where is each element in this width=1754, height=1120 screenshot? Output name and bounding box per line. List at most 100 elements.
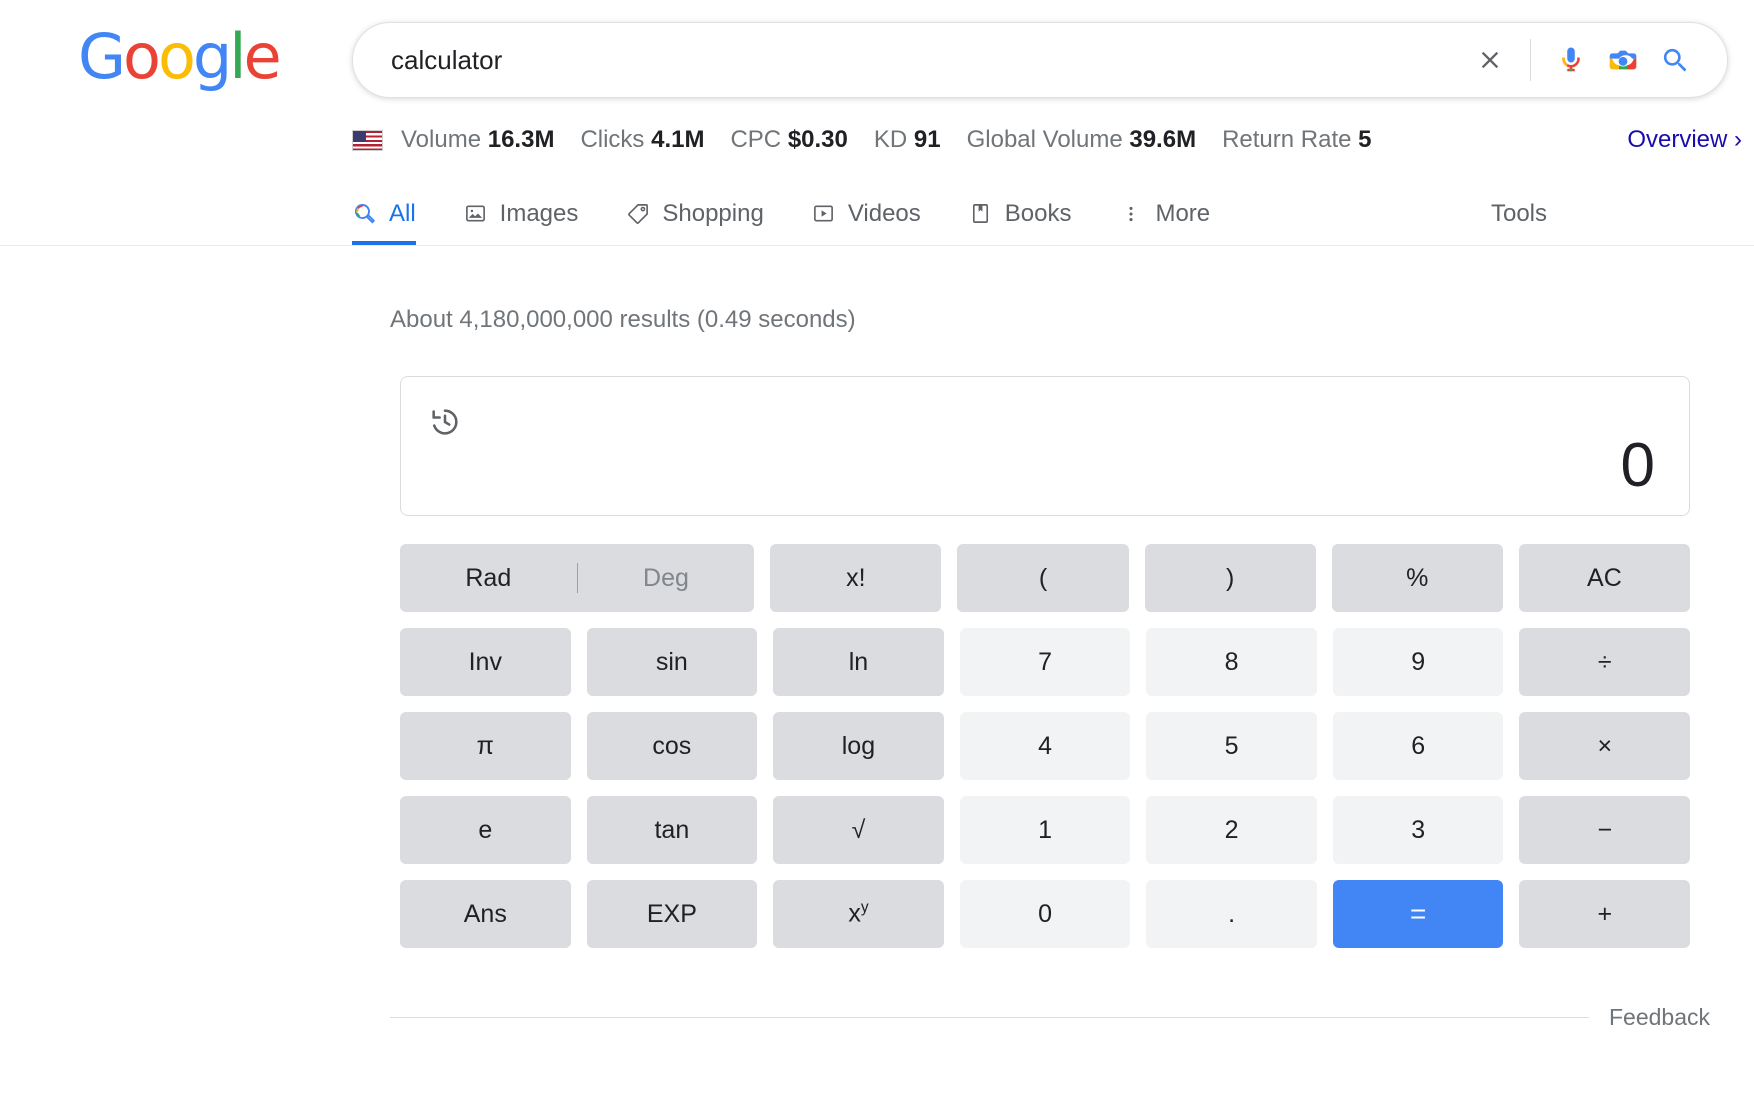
key-log[interactable]: log bbox=[773, 712, 944, 780]
tab-more[interactable]: More bbox=[1118, 182, 1210, 245]
more-vertical-icon bbox=[1118, 201, 1144, 227]
tab-videos-label: Videos bbox=[848, 200, 921, 228]
search-input[interactable] bbox=[391, 45, 1464, 76]
history-clock-icon[interactable] bbox=[428, 405, 462, 439]
seo-overview-link[interactable]: Overview › bbox=[1627, 126, 1742, 154]
key-multiply[interactable]: × bbox=[1519, 712, 1690, 780]
key-all-clear[interactable]: AC bbox=[1519, 544, 1690, 612]
key-5[interactable]: 5 bbox=[1146, 712, 1317, 780]
search-divider bbox=[1530, 39, 1531, 81]
calculator-display: 0 bbox=[400, 376, 1690, 516]
angle-mode-toggle[interactable]: Rad Deg bbox=[400, 544, 754, 612]
seo-metric-global-volume-label: Global Volume bbox=[967, 126, 1123, 153]
results-count: About 4,180,000,000 results (0.49 second… bbox=[390, 306, 856, 334]
key-ln[interactable]: ln bbox=[773, 628, 944, 696]
key-close-paren[interactable]: ) bbox=[1145, 544, 1316, 612]
key-sin[interactable]: sin bbox=[587, 628, 758, 696]
google-search-icon bbox=[352, 201, 378, 227]
logo-letter-o2: o bbox=[158, 20, 193, 93]
feedback-link[interactable]: Feedback bbox=[1609, 1004, 1710, 1031]
key-sqrt[interactable]: √ bbox=[773, 796, 944, 864]
key-cos[interactable]: cos bbox=[587, 712, 758, 780]
tab-images[interactable]: Images bbox=[463, 182, 579, 245]
logo-letter-G: G bbox=[78, 20, 123, 93]
tab-images-label: Images bbox=[500, 200, 579, 228]
calculator-display-value: 0 bbox=[1621, 435, 1655, 497]
tab-books[interactable]: Books bbox=[968, 182, 1072, 245]
logo-letter-l: l bbox=[229, 20, 243, 93]
key-2[interactable]: 2 bbox=[1146, 796, 1317, 864]
key-open-paren[interactable]: ( bbox=[957, 544, 1128, 612]
key-7[interactable]: 7 bbox=[960, 628, 1131, 696]
seo-metric-clicks-label: Clicks bbox=[580, 126, 644, 153]
video-play-icon bbox=[811, 201, 837, 227]
calculator-row-5: Ans EXP xy 0 . = + bbox=[400, 880, 1690, 948]
tab-all-label: All bbox=[389, 200, 416, 228]
key-minus[interactable]: − bbox=[1519, 796, 1690, 864]
key-9[interactable]: 9 bbox=[1333, 628, 1504, 696]
key-power-label: xy bbox=[848, 899, 868, 928]
tab-shopping[interactable]: Shopping bbox=[625, 182, 763, 245]
key-plus[interactable]: + bbox=[1519, 880, 1690, 948]
key-0[interactable]: 0 bbox=[960, 880, 1131, 948]
camera-lens-icon[interactable] bbox=[1597, 34, 1649, 86]
seo-metric-volume-label: Volume bbox=[401, 126, 481, 153]
key-pi[interactable]: π bbox=[400, 712, 571, 780]
key-exp[interactable]: EXP bbox=[587, 880, 758, 948]
rad-button[interactable]: Rad bbox=[400, 544, 577, 612]
calculator-row-4: e tan √ 1 2 3 − bbox=[400, 796, 1690, 864]
seo-metrics-bar: Volume 16.3M Clicks 4.1M CPC $0.30 KD 91… bbox=[352, 126, 1742, 154]
seo-metric-return-rate-value: 5 bbox=[1358, 126, 1371, 153]
seo-metric-cpc-value: $0.30 bbox=[788, 126, 848, 153]
calculator-widget: 0 Rad Deg x! ( ) % AC Inv sin ln 7 8 9 ÷… bbox=[400, 376, 1690, 964]
key-equals[interactable]: = bbox=[1333, 880, 1504, 948]
nav-tabs: All Images Shopping bbox=[352, 182, 1257, 245]
close-icon[interactable] bbox=[1464, 34, 1516, 86]
deg-button[interactable]: Deg bbox=[578, 544, 755, 612]
seo-metric-clicks: Clicks 4.1M bbox=[580, 126, 704, 154]
logo-letter-e: e bbox=[244, 20, 279, 93]
tab-shopping-label: Shopping bbox=[662, 200, 763, 228]
key-divide[interactable]: ÷ bbox=[1519, 628, 1690, 696]
key-ans[interactable]: Ans bbox=[400, 880, 571, 948]
key-1[interactable]: 1 bbox=[960, 796, 1131, 864]
key-inv[interactable]: Inv bbox=[400, 628, 571, 696]
tab-all[interactable]: All bbox=[352, 182, 416, 245]
seo-metric-return-rate: Return Rate 5 bbox=[1222, 126, 1371, 154]
seo-metric-clicks-value: 4.1M bbox=[651, 126, 704, 153]
seo-metric-volume: Volume 16.3M bbox=[401, 126, 554, 154]
calculator-row-2: Inv sin ln 7 8 9 ÷ bbox=[400, 628, 1690, 696]
seo-metric-kd-value: 91 bbox=[914, 126, 941, 153]
tab-books-label: Books bbox=[1005, 200, 1072, 228]
key-e[interactable]: e bbox=[400, 796, 571, 864]
tab-more-label: More bbox=[1155, 200, 1210, 228]
key-decimal[interactable]: . bbox=[1146, 880, 1317, 948]
seo-metric-kd-label: KD bbox=[874, 126, 907, 153]
key-factorial[interactable]: x! bbox=[770, 544, 941, 612]
key-power[interactable]: xy bbox=[773, 880, 944, 948]
tag-icon bbox=[625, 201, 651, 227]
page-header: Google bbox=[0, 0, 1754, 118]
calculator-row-1: Rad Deg x! ( ) % AC bbox=[400, 544, 1690, 612]
key-tan[interactable]: tan bbox=[587, 796, 758, 864]
google-logo[interactable]: Google bbox=[78, 26, 279, 88]
seo-metric-kd: KD 91 bbox=[874, 126, 941, 154]
key-percent[interactable]: % bbox=[1332, 544, 1503, 612]
microphone-icon[interactable] bbox=[1545, 34, 1597, 86]
key-6[interactable]: 6 bbox=[1333, 712, 1504, 780]
tab-videos[interactable]: Videos bbox=[811, 182, 921, 245]
tools-button[interactable]: Tools bbox=[1491, 182, 1547, 245]
image-icon bbox=[463, 201, 489, 227]
key-3[interactable]: 3 bbox=[1333, 796, 1504, 864]
calculator-row-3: π cos log 4 5 6 × bbox=[400, 712, 1690, 780]
logo-letter-o1: o bbox=[123, 20, 158, 93]
seo-metric-global-volume: Global Volume 39.6M bbox=[967, 126, 1196, 154]
key-4[interactable]: 4 bbox=[960, 712, 1131, 780]
seo-metric-volume-value: 16.3M bbox=[488, 126, 555, 153]
seo-metric-global-volume-value: 39.6M bbox=[1129, 126, 1196, 153]
search-icon[interactable] bbox=[1649, 34, 1701, 86]
feedback-divider bbox=[390, 1017, 1589, 1018]
key-8[interactable]: 8 bbox=[1146, 628, 1317, 696]
us-flag-icon bbox=[352, 130, 383, 151]
search-bar[interactable] bbox=[352, 22, 1728, 98]
